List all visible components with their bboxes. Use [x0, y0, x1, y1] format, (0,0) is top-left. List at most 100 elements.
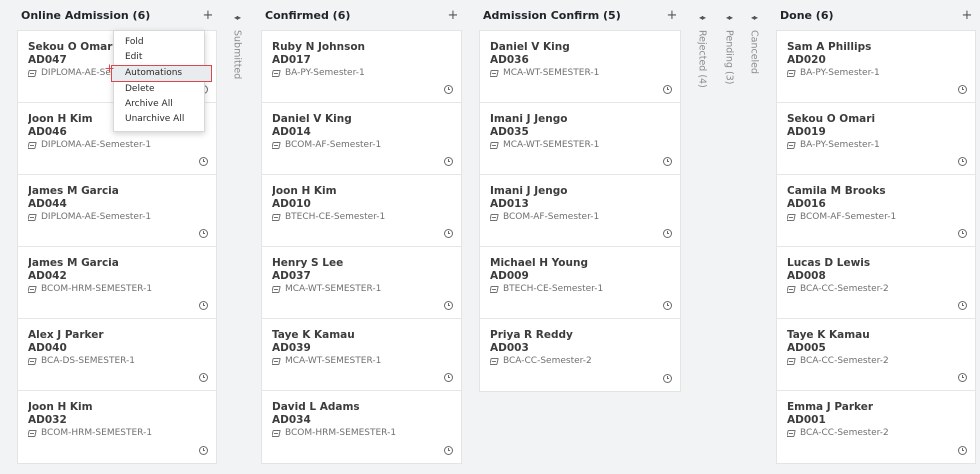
clock-icon[interactable]: [663, 229, 672, 238]
clock-icon[interactable]: [958, 157, 967, 166]
plus-icon[interactable]: +: [446, 8, 460, 23]
kanban-card[interactable]: James M Garcia AD042 BCOM-HRM-SEMESTER-1: [18, 247, 216, 319]
card-code: AD009: [490, 270, 529, 282]
tag-icon: [28, 286, 37, 293]
clock-icon[interactable]: [663, 301, 672, 310]
column-admission-confirm: Admission Confirm (5) + Daniel V King AD0…: [479, 0, 681, 392]
card-name: Priya R Reddy: [490, 329, 573, 341]
kanban-card[interactable]: Sam A Phillips AD020 BA-PY-Semester-1: [777, 31, 975, 103]
card-tag-label: BCA-CC-Semester-2: [800, 356, 889, 366]
fold-arrows-icon[interactable]: ◂▸: [229, 0, 245, 30]
plus-icon[interactable]: +: [201, 8, 215, 23]
kanban-card[interactable]: Imani J Jengo AD013 BCOM-AF-Semester-1: [480, 175, 680, 247]
kanban-card[interactable]: James M Garcia AD044 DIPLOMA-AE-Semester-1: [18, 175, 216, 247]
column-title[interactable]: Done (6): [780, 9, 834, 22]
card-tag: BA-PY-Semester-1: [787, 67, 965, 80]
card-name: Sekou O Omari: [787, 113, 876, 125]
card-tag-label: BTECH-CE-Semester-1: [285, 212, 386, 222]
tag-icon: [28, 358, 37, 365]
fold-arrows-icon[interactable]: ◂▸: [694, 0, 710, 30]
clock-icon[interactable]: [958, 301, 967, 310]
kanban-card[interactable]: Alex J Parker AD040 BCA-DS-SEMESTER-1: [18, 319, 216, 391]
clock-icon[interactable]: [958, 446, 967, 455]
card-name: Lucas D Lewis: [787, 257, 871, 269]
card-code: AD017: [272, 54, 311, 66]
kanban-card[interactable]: Ruby N Johnson AD017 BA-PY-Semester-1: [262, 31, 461, 103]
clock-icon[interactable]: [444, 229, 453, 238]
column-title[interactable]: Online Admission (6): [21, 9, 150, 22]
kanban-card[interactable]: Priya R Reddy AD003 BCA-CC-Semester-2: [480, 319, 680, 391]
clock-icon[interactable]: [199, 446, 208, 455]
card-code: AD039: [272, 342, 311, 354]
card-tag-label: BCOM-HRM-SEMESTER-1: [41, 428, 153, 438]
clock-icon[interactable]: [199, 229, 208, 238]
menu-item-fold[interactable]: Fold: [114, 35, 204, 50]
clock-icon[interactable]: [199, 373, 208, 382]
folded-column-label[interactable]: Canceled: [749, 30, 760, 74]
clock-icon[interactable]: [958, 85, 967, 94]
card-tag: MCA-WT-SEMESTER-1: [272, 283, 451, 296]
kanban-card[interactable]: Joon H Kim AD010 BTECH-CE-Semester-1: [262, 175, 461, 247]
kanban-card[interactable]: Camila M Brooks AD016 BCOM-AF-Semester-1: [777, 175, 975, 247]
card-name: Imani J Jengo: [490, 185, 568, 197]
kanban-card[interactable]: Henry S Lee AD037 MCA-WT-SEMESTER-1: [262, 247, 461, 319]
card-tag: BTECH-CE-Semester-1: [272, 211, 451, 224]
kanban-card[interactable]: Emma J Parker AD001 BCA-CC-Semester-2: [777, 391, 975, 463]
fold-arrows-icon[interactable]: ◂▸: [746, 0, 762, 30]
card-tag: BCA-DS-SEMESTER-1: [28, 355, 206, 368]
kanban-card[interactable]: Lucas D Lewis AD008 BCA-CC-Semester-2: [777, 247, 975, 319]
kanban-card[interactable]: Imani J Jengo AD035 MCA-WT-SEMESTER-1: [480, 103, 680, 175]
menu-item-archive-all[interactable]: Archive All: [114, 97, 204, 112]
clock-icon[interactable]: [663, 157, 672, 166]
menu-item-unarchive-all[interactable]: Unarchive All: [114, 112, 204, 127]
tag-icon: [28, 214, 37, 221]
menu-item-automations[interactable]: Automations: [111, 65, 212, 82]
kanban-card[interactable]: Sekou O Omari AD019 BA-PY-Semester-1: [777, 103, 975, 175]
fold-arrows-icon[interactable]: ◂▸: [721, 0, 737, 30]
clock-icon[interactable]: [444, 157, 453, 166]
plus-icon[interactable]: +: [960, 8, 974, 23]
folded-column-pending[interactable]: ◂▸ Pending (3): [721, 0, 737, 84]
clock-icon[interactable]: [444, 85, 453, 94]
card-name: Taye K Kamau: [787, 329, 870, 341]
card-code: AD013: [490, 198, 529, 210]
column-title[interactable]: Admission Confirm (5): [483, 9, 621, 22]
kanban-card[interactable]: Daniel V King AD014 BCOM-AF-Semester-1: [262, 103, 461, 175]
card-name: Joon H Kim: [28, 401, 93, 413]
clock-icon[interactable]: [199, 301, 208, 310]
folded-column-canceled[interactable]: ◂▸ Canceled: [746, 0, 762, 74]
clock-icon[interactable]: [663, 374, 672, 383]
clock-icon[interactable]: [663, 85, 672, 94]
clock-icon[interactable]: [444, 446, 453, 455]
folded-column-rejected[interactable]: ◂▸ Rejected (4): [694, 0, 710, 88]
kanban-card[interactable]: Daniel V King AD036 MCA-WT-SEMESTER-1: [480, 31, 680, 103]
kanban-card[interactable]: David L Adams AD034 BCOM-HRM-SEMESTER-1: [262, 391, 461, 463]
clock-icon[interactable]: [199, 157, 208, 166]
kanban-card[interactable]: Joon H Kim AD032 BCOM-HRM-SEMESTER-1: [18, 391, 216, 463]
card-code: AD042: [28, 270, 67, 282]
card-tag: BCA-CC-Semester-2: [787, 427, 965, 440]
kanban-card[interactable]: Taye K Kamau AD005 BCA-CC-Semester-2: [777, 319, 975, 391]
card-name: Ruby N Johnson: [272, 41, 366, 53]
clock-icon[interactable]: [444, 301, 453, 310]
folded-column-label[interactable]: Rejected (4): [697, 30, 708, 88]
plus-icon[interactable]: +: [665, 8, 679, 23]
kanban-card[interactable]: Taye K Kamau AD039 MCA-WT-SEMESTER-1: [262, 319, 461, 391]
menu-item-delete[interactable]: Delete: [114, 82, 204, 97]
folded-column-submitted[interactable]: ◂▸ Submitted: [229, 0, 245, 79]
card-tag: DIPLOMA-AE-Semester-1: [28, 139, 206, 152]
clock-icon[interactable]: [958, 229, 967, 238]
card-name: Alex J Parker: [28, 329, 104, 341]
tag-icon: [490, 214, 499, 221]
card-tag-label: BCA-DS-SEMESTER-1: [41, 356, 136, 366]
column-title[interactable]: Confirmed (6): [265, 9, 350, 22]
clock-icon[interactable]: [958, 373, 967, 382]
card-name: Daniel V King: [272, 113, 352, 125]
card-tag-label: BA-PY-Semester-1: [800, 68, 880, 78]
kanban-card[interactable]: Michael H Young AD009 BTECH-CE-Semester-1: [480, 247, 680, 319]
folded-column-label[interactable]: Submitted: [232, 30, 243, 79]
folded-column-label[interactable]: Pending (3): [724, 30, 735, 84]
menu-item-edit[interactable]: Edit: [114, 50, 204, 65]
clock-icon[interactable]: [444, 373, 453, 382]
card-code: AD001: [787, 414, 826, 426]
